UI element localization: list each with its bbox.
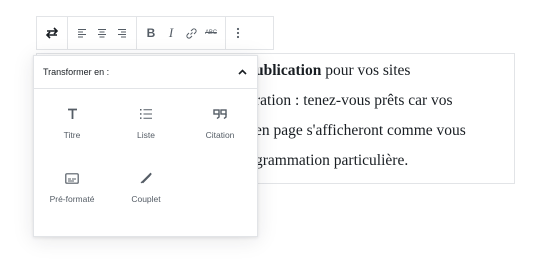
transform-option-label: Citation xyxy=(205,130,235,140)
list-icon xyxy=(140,109,152,119)
list-icon-wrap xyxy=(139,102,153,126)
transform-option-quote[interactable]: Citation xyxy=(187,90,253,148)
align-center-button[interactable] xyxy=(92,17,112,49)
align-left-icon xyxy=(78,29,86,38)
collapse-toggle[interactable] xyxy=(238,69,247,75)
transform-option-label: Titre xyxy=(63,130,81,140)
more-vertical-icon xyxy=(236,27,240,39)
bold-button[interactable]: B xyxy=(141,17,161,49)
verse-icon xyxy=(140,172,152,184)
verse-icon-wrap xyxy=(140,166,152,190)
preformatted-icon xyxy=(65,172,79,184)
transform-header[interactable]: Transformer en : xyxy=(34,56,257,89)
transform-option-label: Liste xyxy=(137,130,155,140)
paragraph-line-2: ration : tenez-vous prêts car vos xyxy=(255,92,453,109)
heading-icon-wrap xyxy=(67,102,78,126)
transform-option-list[interactable]: Liste xyxy=(113,90,179,148)
transform-option-preformatted[interactable]: Pré-formaté xyxy=(39,154,105,212)
formatting-group: B I ABC xyxy=(137,17,225,49)
align-right-button[interactable] xyxy=(112,17,132,49)
transform-popover: Transformer en : Titre Liste Citation Pr… xyxy=(33,55,258,237)
paragraph-line-1-rest: pour vos sites xyxy=(321,62,411,79)
transform-title: Transformer en : xyxy=(43,67,110,77)
alignment-group xyxy=(68,17,136,49)
strikethrough-button[interactable]: ABC xyxy=(201,17,221,49)
more-options-button[interactable] xyxy=(228,17,248,49)
paragraph-bold-text: ublication xyxy=(255,62,322,79)
transform-option-verse[interactable]: Couplet xyxy=(113,154,179,212)
quote-icon-wrap xyxy=(213,102,227,126)
paragraph-text[interactable]: ublication pour vos sites ration : tenez… xyxy=(255,56,515,176)
transform-option-heading[interactable]: Titre xyxy=(39,90,105,148)
chevron-up-icon xyxy=(238,69,247,75)
block-toolbar: B I ABC xyxy=(36,16,274,50)
align-center-icon xyxy=(98,29,106,38)
heading-icon xyxy=(67,108,77,119)
align-right-icon xyxy=(118,29,126,38)
paragraph-line-1: ublication pour vos sites xyxy=(255,56,515,86)
block-switcher-button[interactable] xyxy=(37,17,67,49)
italic-button[interactable]: I xyxy=(161,17,181,49)
paragraph-line-3: en page s'afficheront comme vous xyxy=(255,122,466,139)
transform-option-label: Couplet xyxy=(131,194,161,204)
align-left-button[interactable] xyxy=(72,17,92,49)
more-group xyxy=(226,17,250,49)
swap-arrows-icon xyxy=(45,27,59,39)
transform-option-label: Pré-formaté xyxy=(49,194,95,204)
link-button[interactable] xyxy=(181,17,201,49)
paragraph-line-4: grammation particulière. xyxy=(255,152,409,169)
preformatted-icon-wrap xyxy=(65,166,79,190)
block-switcher-group xyxy=(37,17,67,49)
quote-icon xyxy=(213,109,227,119)
link-icon xyxy=(185,27,197,39)
